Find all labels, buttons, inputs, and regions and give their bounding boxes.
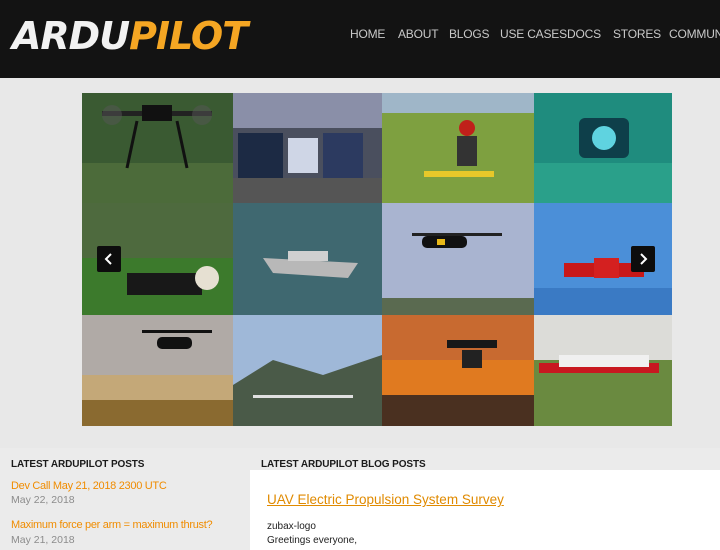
ground-station-photo	[233, 93, 382, 203]
heli-sunset-photo	[82, 315, 233, 426]
post-date: May 22, 2018	[11, 494, 75, 506]
nav-blogs[interactable]: BLOGS	[449, 27, 490, 41]
chevron-left-icon	[104, 253, 112, 265]
carousel-next-button[interactable]	[631, 246, 655, 272]
site-header: ARDUPILOT HOME ABOUT BLOGS USE CASES DOC…	[0, 0, 720, 78]
cub-airplane-photo	[534, 315, 672, 426]
post-date: May 21, 2018	[11, 534, 75, 546]
nav-about[interactable]: ABOUT	[398, 27, 439, 41]
multicopter-photo	[82, 93, 233, 203]
post-link[interactable]: Dev Call May 21, 2018 2300 UTC	[11, 480, 167, 492]
chevron-right-icon	[640, 253, 648, 265]
logo-text-ardu: ARDU	[12, 14, 130, 58]
latest-blog-posts-heading: LATEST ARDUPILOT BLOG POSTS	[261, 459, 426, 470]
latest-posts-heading: LATEST ARDUPILOT POSTS	[11, 459, 145, 470]
blog-excerpt: Greetings everyone,	[267, 535, 358, 546]
logo-text-pilot: PILOT	[129, 14, 248, 58]
blog-image-alt-text: zubax-logo	[267, 521, 316, 532]
image-carousel[interactable]	[82, 93, 672, 426]
ardupilot-logo[interactable]: ARDUPILOT	[12, 14, 248, 58]
underwater-rov-photo	[534, 93, 672, 203]
blog-post-title-link[interactable]: UAV Electric Propulsion System Survey	[267, 492, 504, 507]
helicopter-sky-photo	[382, 203, 534, 315]
carousel-prev-button[interactable]	[97, 246, 121, 272]
nav-docs[interactable]: DOCS	[567, 27, 601, 41]
nav-stores[interactable]: STORES	[613, 27, 661, 41]
hexacopter-sunset-photo	[382, 315, 534, 426]
nav-home[interactable]: HOME	[350, 27, 385, 41]
fixed-wing-valley-photo	[233, 315, 382, 426]
boat-photo	[233, 203, 382, 315]
pilot-field-photo	[382, 93, 534, 203]
post-link[interactable]: Maximum force per arm = maximum thrust?	[11, 519, 213, 531]
nav-community[interactable]: COMMUNITY	[669, 27, 720, 41]
nav-use-cases[interactable]: USE CASES	[500, 27, 567, 41]
